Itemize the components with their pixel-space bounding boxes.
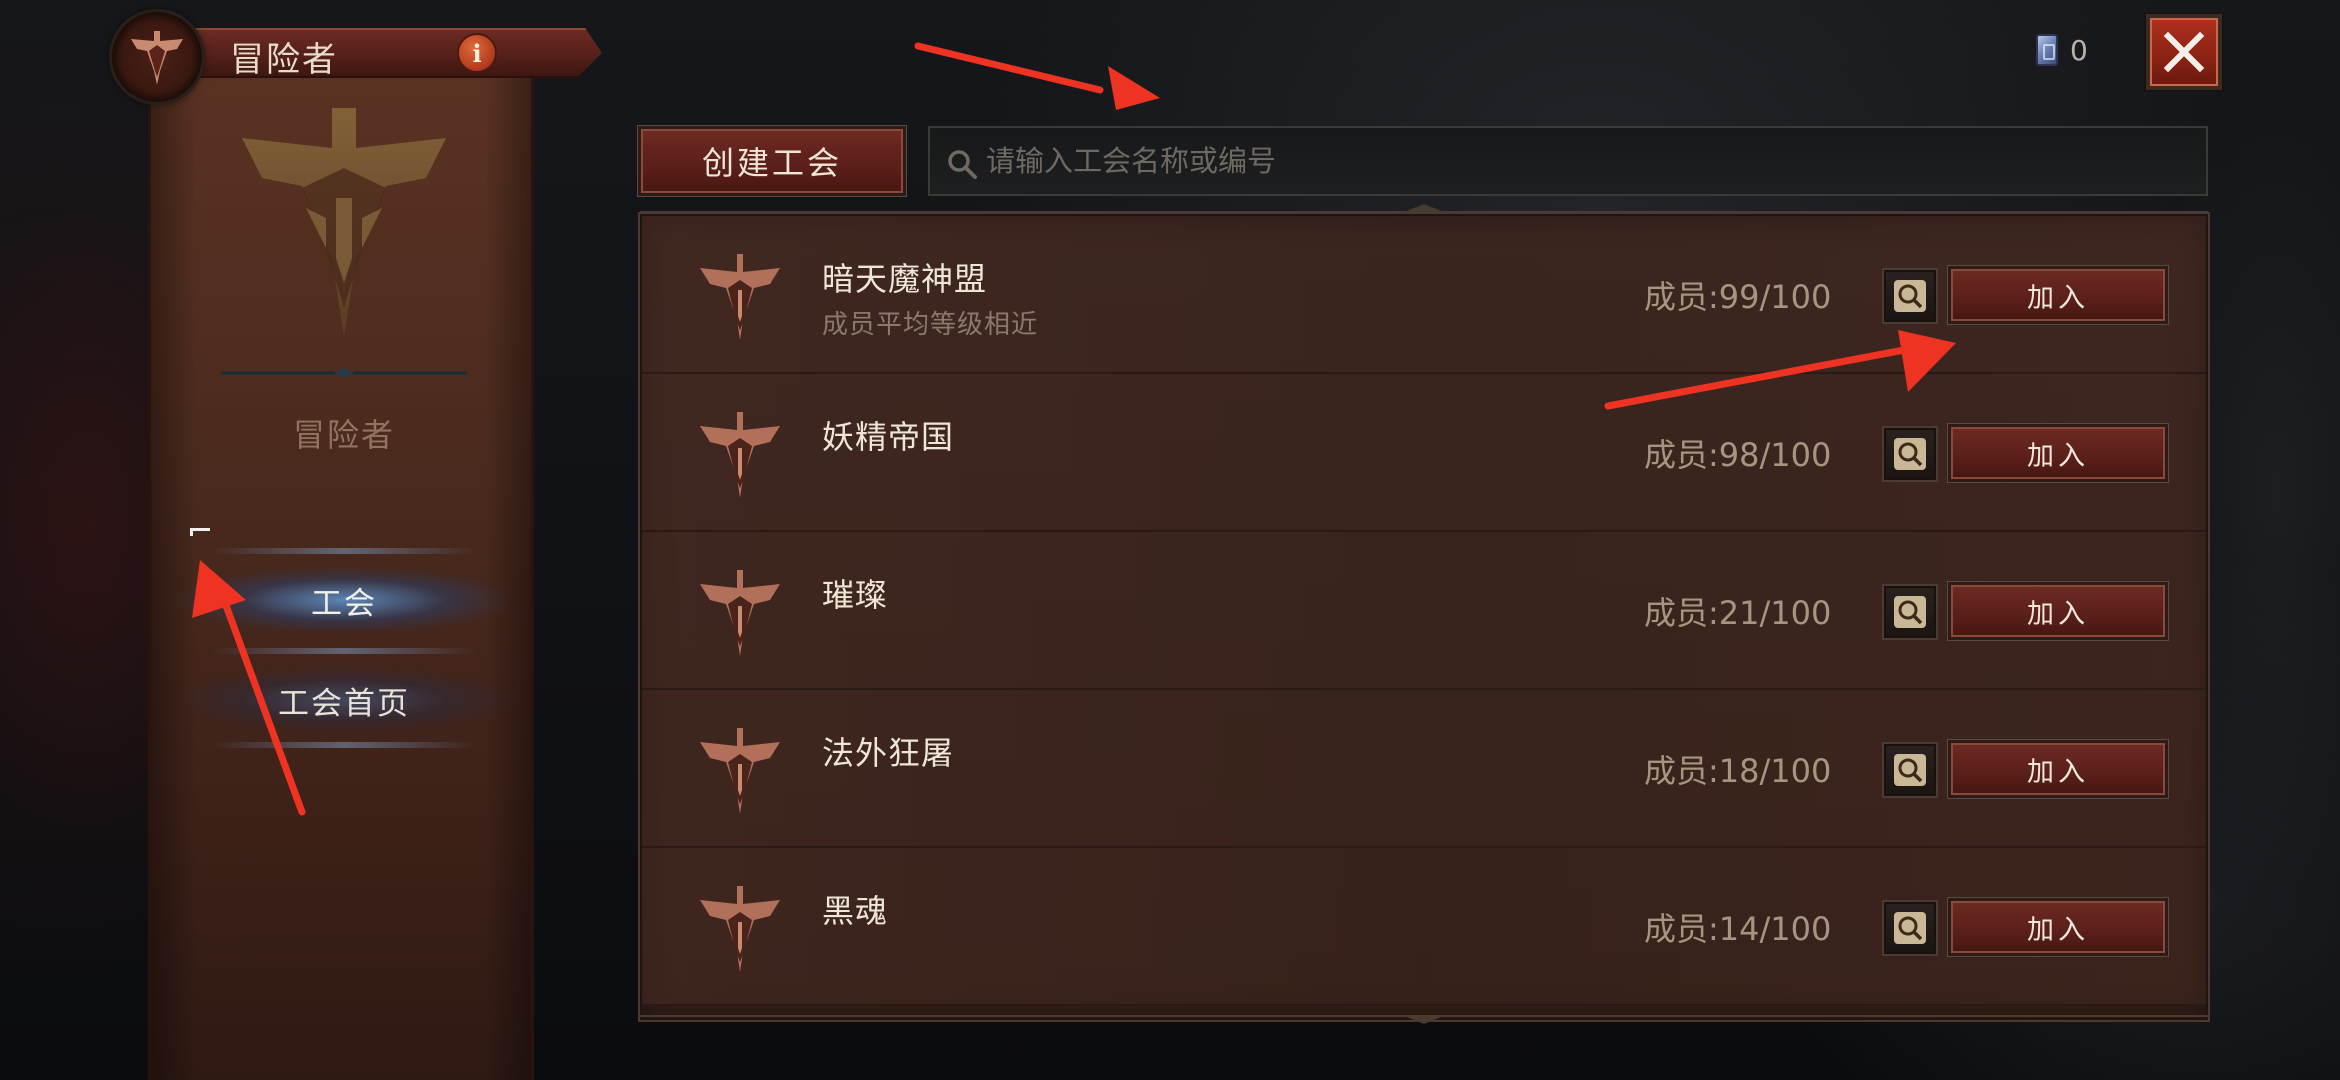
search-box — [928, 126, 2208, 196]
currency-value: 0 — [2070, 33, 2088, 67]
crest-icon — [131, 31, 183, 85]
guild-emblem-icon — [700, 254, 780, 340]
sidebar-banner: 冒险者 工会 工会首页 — [148, 70, 534, 1080]
class-icon — [112, 12, 202, 102]
magnifier-icon — [1894, 754, 1926, 786]
game-screen: 冒险者 工会 工会首页 冒险者 i 0 创建工会 请输入工会名称或编号 暗天魔神… — [0, 0, 2340, 1080]
card-icon — [2036, 34, 2058, 66]
guild-name: 璀璨 — [822, 576, 889, 614]
guild-member-count: 成员:18/100 — [1644, 752, 1832, 790]
close-button[interactable] — [2146, 14, 2222, 90]
header-plate: 冒险者 i — [112, 12, 612, 102]
nav-separator — [211, 742, 477, 748]
guild-member-count: 成员:14/100 — [1644, 910, 1832, 948]
magnifier-icon — [1894, 280, 1926, 312]
header-title: 冒险者 — [230, 40, 338, 80]
search-input[interactable] — [986, 128, 2206, 194]
nav-separator — [211, 648, 477, 654]
guild-row[interactable]: 暗天魔神盟 成员平均等级相近 成员:99/100 加入 — [642, 216, 2206, 374]
magnifier-icon — [1894, 596, 1926, 628]
text-cursor-marker — [190, 528, 210, 536]
guild-row[interactable]: 妖精帝国 成员:98/100 加入 — [642, 374, 2206, 532]
join-button[interactable]: 加入 — [1948, 266, 2168, 324]
join-button[interactable]: 加入 — [1948, 582, 2168, 640]
guild-row[interactable]: 璀璨 成员:21/100 加入 — [642, 532, 2206, 690]
guild-member-count: 成员:98/100 — [1644, 436, 1832, 474]
guild-emblem-icon — [700, 728, 780, 814]
magnifier-icon — [1894, 438, 1926, 470]
search-icon — [948, 150, 977, 179]
guild-name: 法外狂屠 — [822, 734, 955, 772]
guild-name: 黑魂 — [822, 892, 889, 930]
guild-emblem-icon — [700, 886, 780, 972]
guild-crest-icon — [242, 108, 446, 338]
guild-list: 暗天魔神盟 成员平均等级相近 成员:99/100 加入 妖精帝国 成员:98/1… — [640, 214, 2208, 1020]
list-top-ornament — [640, 204, 2208, 213]
guild-row[interactable]: 法外狂屠 成员:18/100 加入 — [642, 690, 2206, 848]
guild-row[interactable]: 黑魂 成员:14/100 加入 — [642, 848, 2206, 1006]
sidebar-item-guild[interactable]: 工会 — [181, 565, 507, 635]
info-button[interactable]: i — [457, 33, 497, 73]
sidebar-title: 冒险者 — [292, 416, 395, 454]
join-button[interactable]: 加入 — [1948, 424, 2168, 482]
guild-member-count: 成员:21/100 — [1644, 594, 1832, 632]
sidebar-item-guild-home[interactable]: 工会首页 — [181, 665, 507, 735]
guild-description: 成员平均等级相近 — [822, 310, 1039, 340]
list-bottom-ornament — [640, 1015, 2208, 1024]
join-button[interactable]: 加入 — [1948, 898, 2168, 956]
view-guild-button[interactable] — [1882, 584, 1938, 640]
view-guild-button[interactable] — [1882, 426, 1938, 482]
nav-separator — [211, 548, 477, 554]
guild-member-count: 成员:99/100 — [1644, 278, 1832, 316]
annotation-arrow-search — [914, 42, 1104, 94]
join-button[interactable]: 加入 — [1948, 740, 2168, 798]
guild-emblem-icon — [700, 412, 780, 498]
close-icon — [2163, 31, 2205, 73]
ornament-divider — [221, 368, 467, 378]
guild-emblem-icon — [700, 570, 780, 656]
annotation-arrowhead-search — [1108, 66, 1160, 110]
view-guild-button[interactable] — [1882, 268, 1938, 324]
view-guild-button[interactable] — [1882, 742, 1938, 798]
magnifier-icon — [1894, 912, 1926, 944]
guild-name: 妖精帝国 — [822, 418, 955, 456]
currency-display: 0 — [2036, 30, 2088, 70]
view-guild-button[interactable] — [1882, 900, 1938, 956]
create-guild-button[interactable]: 创建工会 — [638, 126, 906, 196]
guild-name: 暗天魔神盟 — [822, 260, 988, 298]
